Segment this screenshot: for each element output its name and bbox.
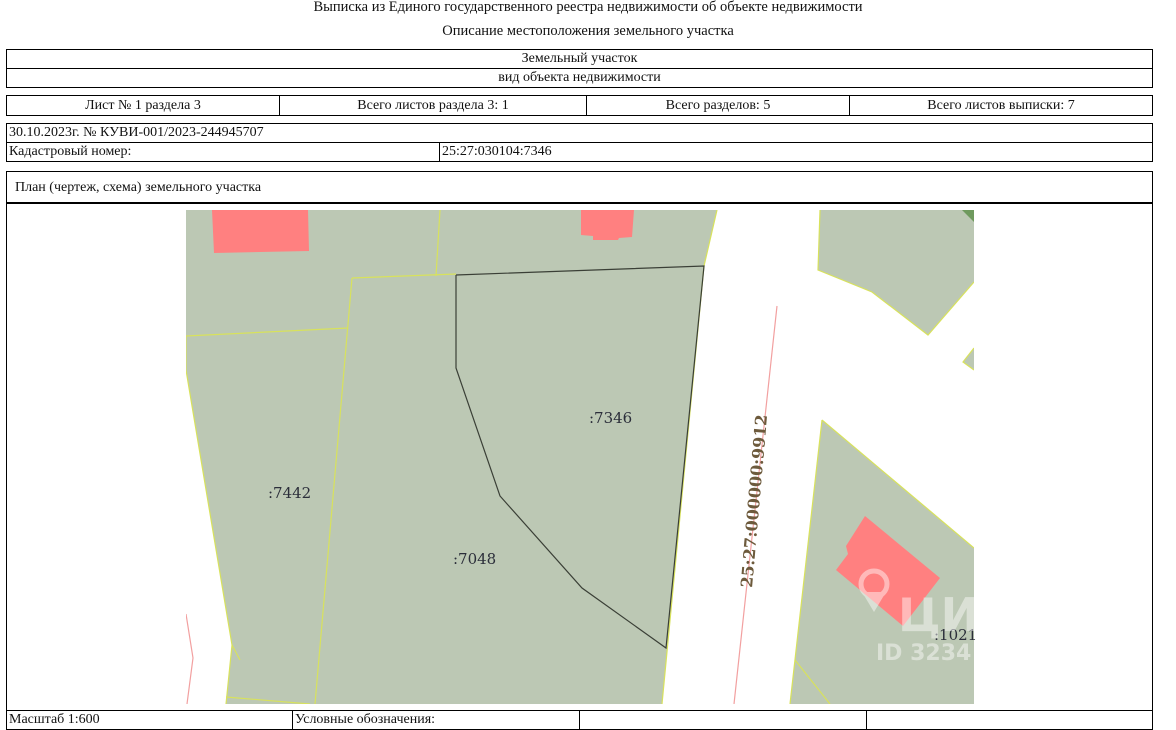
label-parcel-7442: :7442: [268, 484, 311, 502]
legend-cell-empty-2: [866, 710, 1153, 730]
parcel-right-top: [818, 210, 974, 335]
legend-cell-empty-1: [579, 710, 867, 730]
scale-label: Масштаб 1:600: [6, 710, 293, 730]
label-parcel-7346: :7346: [589, 409, 632, 427]
building-top-middle: [581, 210, 634, 240]
watermark-brand: ЦИАН: [898, 588, 1053, 642]
road-line-left: [186, 613, 194, 704]
building-top-left: [212, 210, 309, 253]
legend-label: Условные обозначения:: [292, 710, 580, 730]
cadastral-map: :7346 :7442 :7048 :1021 25:27:000000:991…: [186, 210, 1053, 704]
label-parcel-7048: :7048: [453, 550, 496, 568]
watermark-id: ID 3234: [876, 641, 971, 666]
parcel-block-left: [186, 210, 717, 704]
label-road-9912: 25:27:000000:9912: [737, 414, 771, 589]
